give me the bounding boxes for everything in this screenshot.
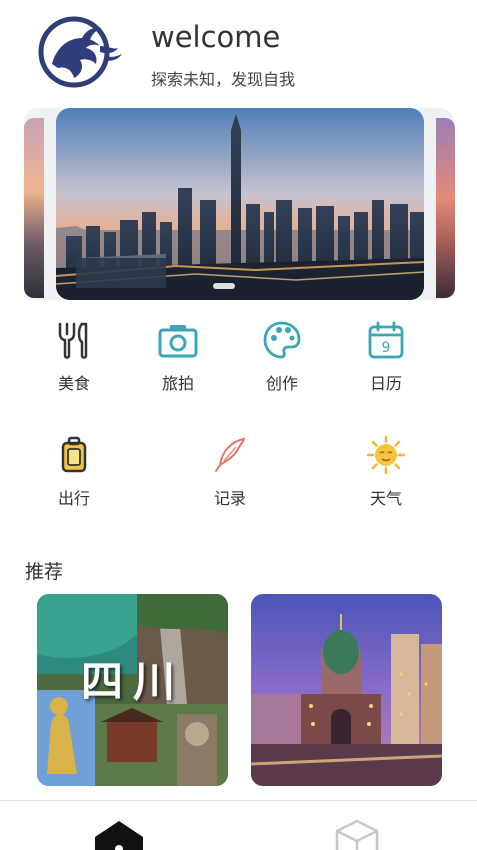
grid-item-calendar[interactable]: 9 日历 [356, 320, 416, 394]
grid-item-travel[interactable]: 出行 [44, 435, 104, 509]
grid-item-food[interactable]: 美食 [44, 320, 104, 394]
header: welcome 探索未知，发现自我 [0, 0, 477, 100]
grid-item-travel-photo[interactable]: 旅拍 [148, 320, 208, 394]
calendar-day: 9 [382, 340, 391, 356]
banner-carousel[interactable] [0, 108, 477, 300]
tab-home[interactable] [89, 819, 149, 850]
carousel-next-slide[interactable] [436, 118, 455, 298]
home-icon [89, 821, 149, 850]
feature-grid-row-2: 出行 记录 天气 [0, 435, 477, 515]
grid-item-weather[interactable]: 天气 [356, 435, 416, 509]
carousel-slide-city-skyline[interactable] [56, 108, 424, 300]
palette-icon [262, 320, 302, 360]
luggage-icon [54, 435, 94, 475]
tab-explore[interactable] [327, 819, 387, 850]
card-overlay-text: 四川 [81, 657, 186, 706]
dragon-logo-icon [38, 16, 124, 88]
section-title-recommend: 推荐 [25, 561, 64, 583]
carousel-indicator [213, 283, 235, 289]
grid-item-label: 天气 [369, 489, 402, 508]
grid-item-label: 记录 [213, 489, 246, 508]
cube-icon [327, 819, 387, 850]
grid-item-label: 创作 [265, 374, 298, 393]
grid-item-label: 出行 [57, 489, 90, 508]
recommend-card-cathedral[interactable] [251, 594, 442, 786]
recommend-card-sichuan[interactable]: 四川 [37, 594, 228, 786]
grid-item-label: 日历 [369, 374, 402, 393]
grid-item-create[interactable]: 创作 [252, 320, 312, 394]
calendar-icon: 9 [366, 320, 406, 360]
grid-item-label: 旅拍 [161, 374, 194, 393]
page-subtitle: 探索未知，发现自我 [151, 70, 296, 89]
grid-item-record[interactable]: 记录 [200, 435, 260, 509]
food-icon [54, 320, 94, 360]
carousel-prev-slide[interactable] [24, 118, 44, 298]
grid-item-label: 美食 [57, 374, 90, 393]
camera-icon [158, 320, 198, 360]
bottom-tab-bar [0, 800, 477, 850]
page-title: welcome [151, 20, 281, 54]
feature-grid-row-1: 美食 旅拍 创作 9 日历 [0, 320, 477, 400]
sun-icon [366, 435, 406, 475]
feather-icon [210, 435, 250, 475]
